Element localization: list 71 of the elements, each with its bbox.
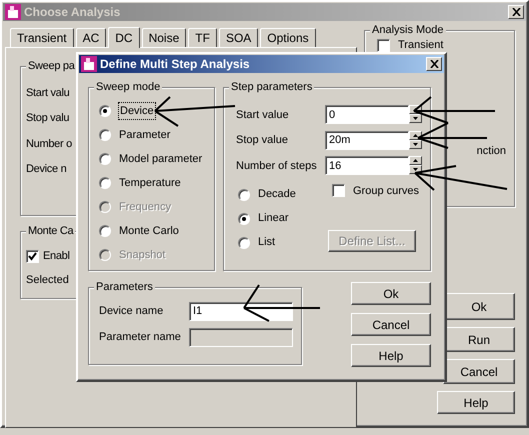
radio-button[interactable] [99, 177, 111, 189]
input-field[interactable]: 20m [325, 130, 409, 150]
tab[interactable]: Options [260, 28, 316, 47]
dialog-button[interactable]: Ok [351, 282, 431, 305]
field-label: Number of steps [236, 158, 318, 174]
field-label: Stop valu [26, 111, 70, 126]
spin-up-button[interactable] [409, 156, 422, 166]
checkbox-label: Group curves [353, 184, 420, 198]
field-label: Start value [236, 108, 290, 122]
field-label: Selected [26, 274, 69, 286]
input-field[interactable]: 0 [325, 105, 409, 124]
window-title: Choose Analysis [24, 4, 120, 21]
tab[interactable]: Noise [142, 28, 186, 47]
tab[interactable]: TF [188, 28, 217, 47]
caret-down-icon [413, 168, 418, 172]
radio-button[interactable] [238, 236, 250, 248]
close-button[interactable] [508, 5, 524, 19]
caret-up-icon [413, 134, 418, 137]
tab[interactable]: DC [108, 27, 140, 48]
close-button[interactable] [426, 57, 442, 71]
dialog-button[interactable]: Help [437, 391, 515, 414]
radio-label: Device [119, 102, 155, 120]
radio-label: Linear [258, 211, 289, 226]
tab[interactable]: SOA [218, 28, 258, 47]
radio-label: Frequency [119, 200, 171, 215]
radio-label: Model parameter [119, 152, 202, 167]
dialog-button[interactable]: Cancel [351, 313, 431, 336]
radio-label: Parameter [119, 128, 170, 143]
checkbox[interactable] [377, 38, 390, 52]
caret-up-icon [413, 159, 418, 162]
close-icon [512, 8, 520, 16]
field-label: Device n [26, 162, 66, 177]
input-field[interactable]: 16 [325, 156, 409, 176]
radio-label: Temperature [119, 176, 181, 191]
caret-down-icon [413, 117, 418, 120]
dialog-button[interactable]: Help [351, 344, 431, 367]
radio-button[interactable] [99, 129, 111, 141]
checkbox-label: Transient [398, 38, 444, 53]
radio-label: Decade [258, 187, 296, 202]
radio-button[interactable] [99, 225, 111, 237]
checkbox-label: Enabl [43, 248, 70, 264]
field-label: Stop value [236, 133, 289, 148]
spin-down-button[interactable] [409, 114, 422, 124]
option-label: nction [476, 144, 506, 158]
tab[interactable]: Transient [10, 28, 74, 47]
radio-button[interactable] [238, 188, 250, 200]
field-label: Parameter name [99, 330, 182, 345]
group-title: Analysis Mode [370, 24, 446, 37]
dialog-button[interactable]: Cancel [443, 359, 515, 384]
input-field[interactable]: I1 [189, 302, 293, 320]
app-icon[interactable] [81, 56, 97, 72]
checkbox[interactable] [332, 184, 345, 198]
app-icon[interactable] [5, 4, 21, 20]
radio-button[interactable] [99, 153, 111, 165]
field-label: Number o [26, 136, 72, 152]
tab[interactable]: AC [76, 28, 106, 47]
field-label: Device name [99, 304, 164, 319]
radio-label: List [258, 235, 276, 250]
field-label: Start valu [26, 86, 70, 100]
group-title: Step parameters [229, 81, 314, 94]
radio-label: Snapshot [119, 248, 166, 263]
radio-button[interactable] [99, 105, 111, 117]
close-icon [430, 60, 438, 68]
radio-button[interactable] [238, 212, 250, 224]
check-icon [28, 252, 37, 260]
group-title: Sweep mode [94, 81, 162, 94]
radio-label: Monte Carlo [119, 224, 179, 239]
window-title: Define Multi Step Analysis [100, 56, 250, 73]
group-title: Sweep pa [26, 60, 77, 73]
checkbox[interactable] [26, 250, 39, 262]
caret-down-icon [413, 142, 418, 146]
